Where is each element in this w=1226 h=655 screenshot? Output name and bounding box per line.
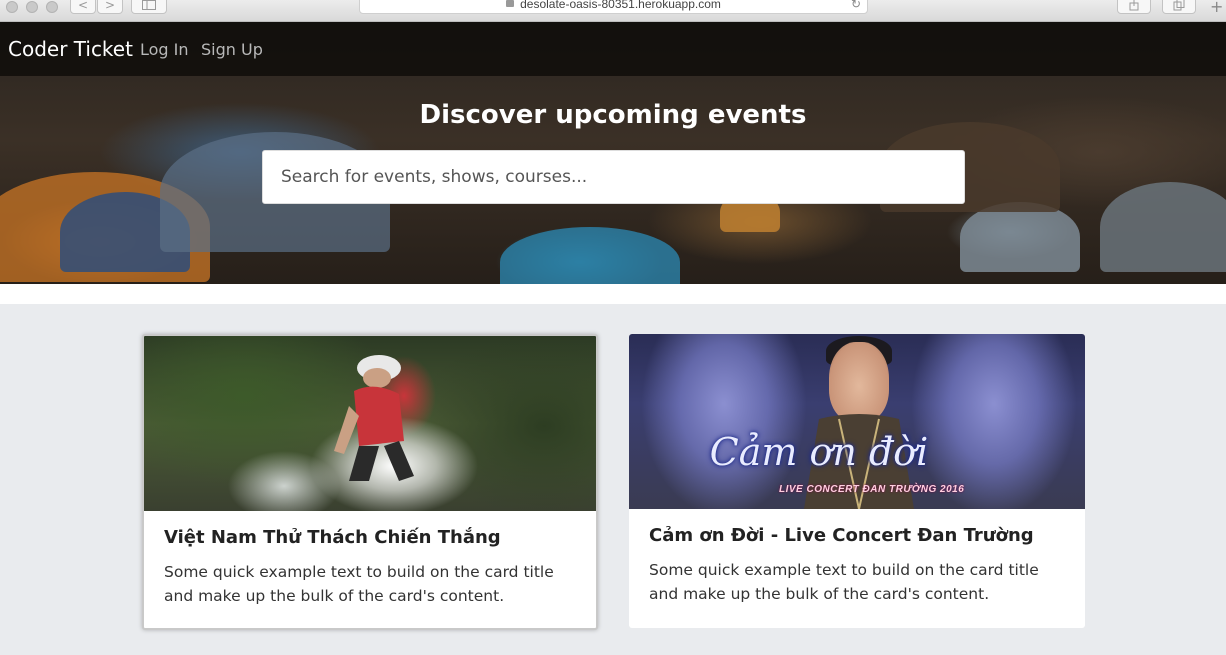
search-input[interactable] (262, 150, 965, 204)
browser-toolbar: < > desolate-oasis-80351.herokuapp.com ↻… (0, 0, 1226, 22)
event-description: Some quick example text to build on the … (164, 563, 554, 605)
brand-logo[interactable]: Coder Ticket (8, 37, 133, 61)
event-card[interactable]: Việt Nam Thử Thách Chiến Thắng Some quic… (142, 334, 598, 630)
share-icon[interactable] (1117, 0, 1151, 14)
lock-icon (506, 0, 515, 7)
minimize-window-icon[interactable] (26, 1, 38, 13)
tent-shape (500, 227, 680, 284)
back-icon[interactable]: < (70, 0, 96, 14)
tent-shape (960, 202, 1080, 272)
new-tab-icon[interactable]: + (1210, 0, 1223, 16)
reload-icon[interactable]: ↻ (851, 0, 861, 13)
sidebar-icon[interactable] (131, 0, 167, 14)
concert-logo-text: Cảm ơn đời (709, 430, 929, 474)
event-description: Some quick example text to build on the … (649, 561, 1039, 603)
url-text: desolate-oasis-80351.herokuapp.com (520, 0, 721, 11)
signup-link[interactable]: Sign Up (201, 40, 263, 59)
tent-shape (1100, 182, 1226, 272)
top-navbar: Coder Ticket Log In Sign Up (0, 22, 1226, 76)
event-card[interactable]: Cảm ơn đời LIVE CONCERT ĐAN TRƯỜNG 2016 … (629, 334, 1085, 628)
address-bar[interactable]: desolate-oasis-80351.herokuapp.com ↻ (359, 0, 868, 14)
hero-banner: Coder Ticket Log In Sign Up Discover upc… (0, 22, 1226, 284)
hero-divider (0, 284, 1226, 304)
hero-title: Discover upcoming events (419, 100, 807, 130)
close-window-icon[interactable] (6, 1, 18, 13)
cyclist-image (334, 355, 414, 481)
zoom-window-icon[interactable] (46, 1, 58, 13)
event-title[interactable]: Cảm ơn Đời - Live Concert Đan Trường (649, 525, 1065, 546)
tabs-icon[interactable] (1162, 0, 1196, 14)
forward-icon[interactable]: > (97, 0, 123, 14)
event-image[interactable] (144, 336, 596, 511)
event-title[interactable]: Việt Nam Thử Thách Chiến Thắng (164, 527, 576, 548)
event-image[interactable]: Cảm ơn đời LIVE CONCERT ĐAN TRƯỜNG 2016 (629, 334, 1085, 509)
login-link[interactable]: Log In (140, 40, 189, 59)
concert-logo-subtitle: LIVE CONCERT ĐAN TRƯỜNG 2016 (779, 484, 965, 495)
